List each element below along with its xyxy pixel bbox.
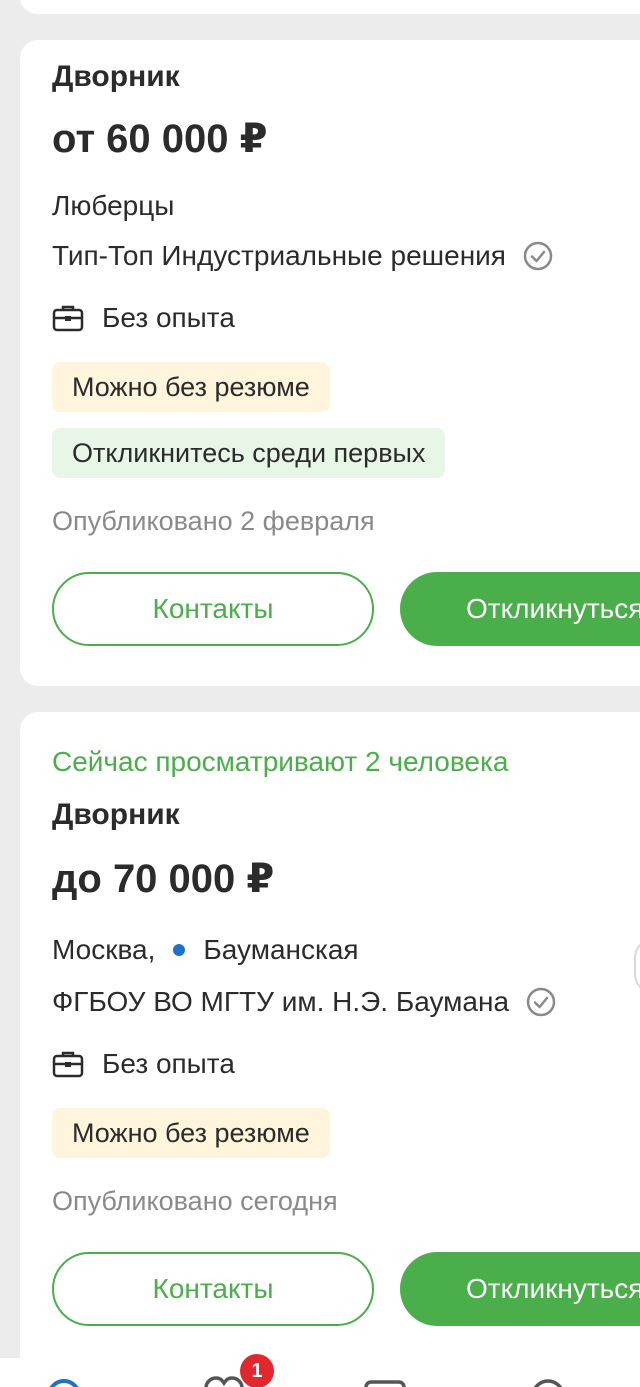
contacts-button[interactable]: Контакты: [52, 572, 374, 646]
tag-no-resume: Можно без резюме: [52, 1108, 330, 1158]
favorites-icon[interactable]: [202, 1376, 246, 1387]
vacancy-title[interactable]: Дворник: [52, 798, 180, 832]
metro-station: Бауманская: [203, 934, 359, 965]
company-name[interactable]: ФГБОУ ВО МГТУ им. Н.Э. Баумана: [52, 986, 509, 1018]
briefcase-icon: [52, 303, 84, 333]
contacts-button[interactable]: Контакты: [52, 1252, 374, 1326]
previous-card-edge: [20, 0, 640, 14]
vacancy-salary: от 60 000 ₽: [52, 117, 268, 161]
search-icon[interactable]: [44, 1376, 84, 1387]
city-label: Москва,: [52, 934, 156, 965]
briefcase-icon: [52, 1049, 84, 1079]
published-date: Опубликовано 2 февраля: [52, 506, 375, 536]
tag-respond-first: Откликнитесь среди первых: [52, 428, 446, 478]
vacancy-card[interactable]: Дворник от 60 000 ₽ Люберцы Тип-Топ Инду…: [20, 40, 640, 686]
vacancy-list-screen: Дворник от 60 000 ₽ Люберцы Тип-Топ Инду…: [0, 0, 640, 1387]
vacancy-card[interactable]: Сейчас просматривают 2 человека Дворник …: [20, 712, 640, 1372]
bottom-navigation: 1: [0, 1354, 640, 1387]
vacancy-experience: Без опыта: [52, 302, 235, 334]
favorites-badge: 1: [240, 1354, 274, 1387]
experience-label: Без опыта: [102, 302, 235, 333]
tag-no-resume: Можно без резюме: [52, 362, 330, 412]
profile-icon[interactable]: [528, 1376, 568, 1387]
city-label: Люберцы: [52, 190, 175, 221]
vacancy-location: Москва, Бауманская: [52, 934, 359, 966]
vacancy-salary: до 70 000 ₽: [52, 857, 275, 901]
vacancy-experience: Без опыта: [52, 1048, 235, 1080]
experience-label: Без опыта: [102, 1048, 235, 1079]
company-name[interactable]: Тип-Топ Индустриальные решения: [52, 240, 506, 272]
vacancy-location: Люберцы: [52, 190, 174, 222]
vacancy-company: ФГБОУ ВО МГТУ им. Н.Э. Баумана: [52, 986, 557, 1018]
metro-line-dot: [173, 944, 186, 956]
vacancy-company: Тип-Топ Индустриальные решения: [52, 240, 554, 272]
viewers-count: Сейчас просматривают 2 человека: [52, 746, 509, 777]
vacancy-title[interactable]: Дворник: [52, 60, 180, 94]
published-date: Опубликовано сегодня: [52, 1186, 338, 1216]
verified-check-icon: [525, 986, 557, 1018]
responses-icon[interactable]: [362, 1376, 408, 1387]
verified-check-icon: [522, 240, 554, 272]
respond-button[interactable]: Откликнуться: [400, 572, 640, 646]
respond-button[interactable]: Откликнуться: [400, 1252, 640, 1326]
